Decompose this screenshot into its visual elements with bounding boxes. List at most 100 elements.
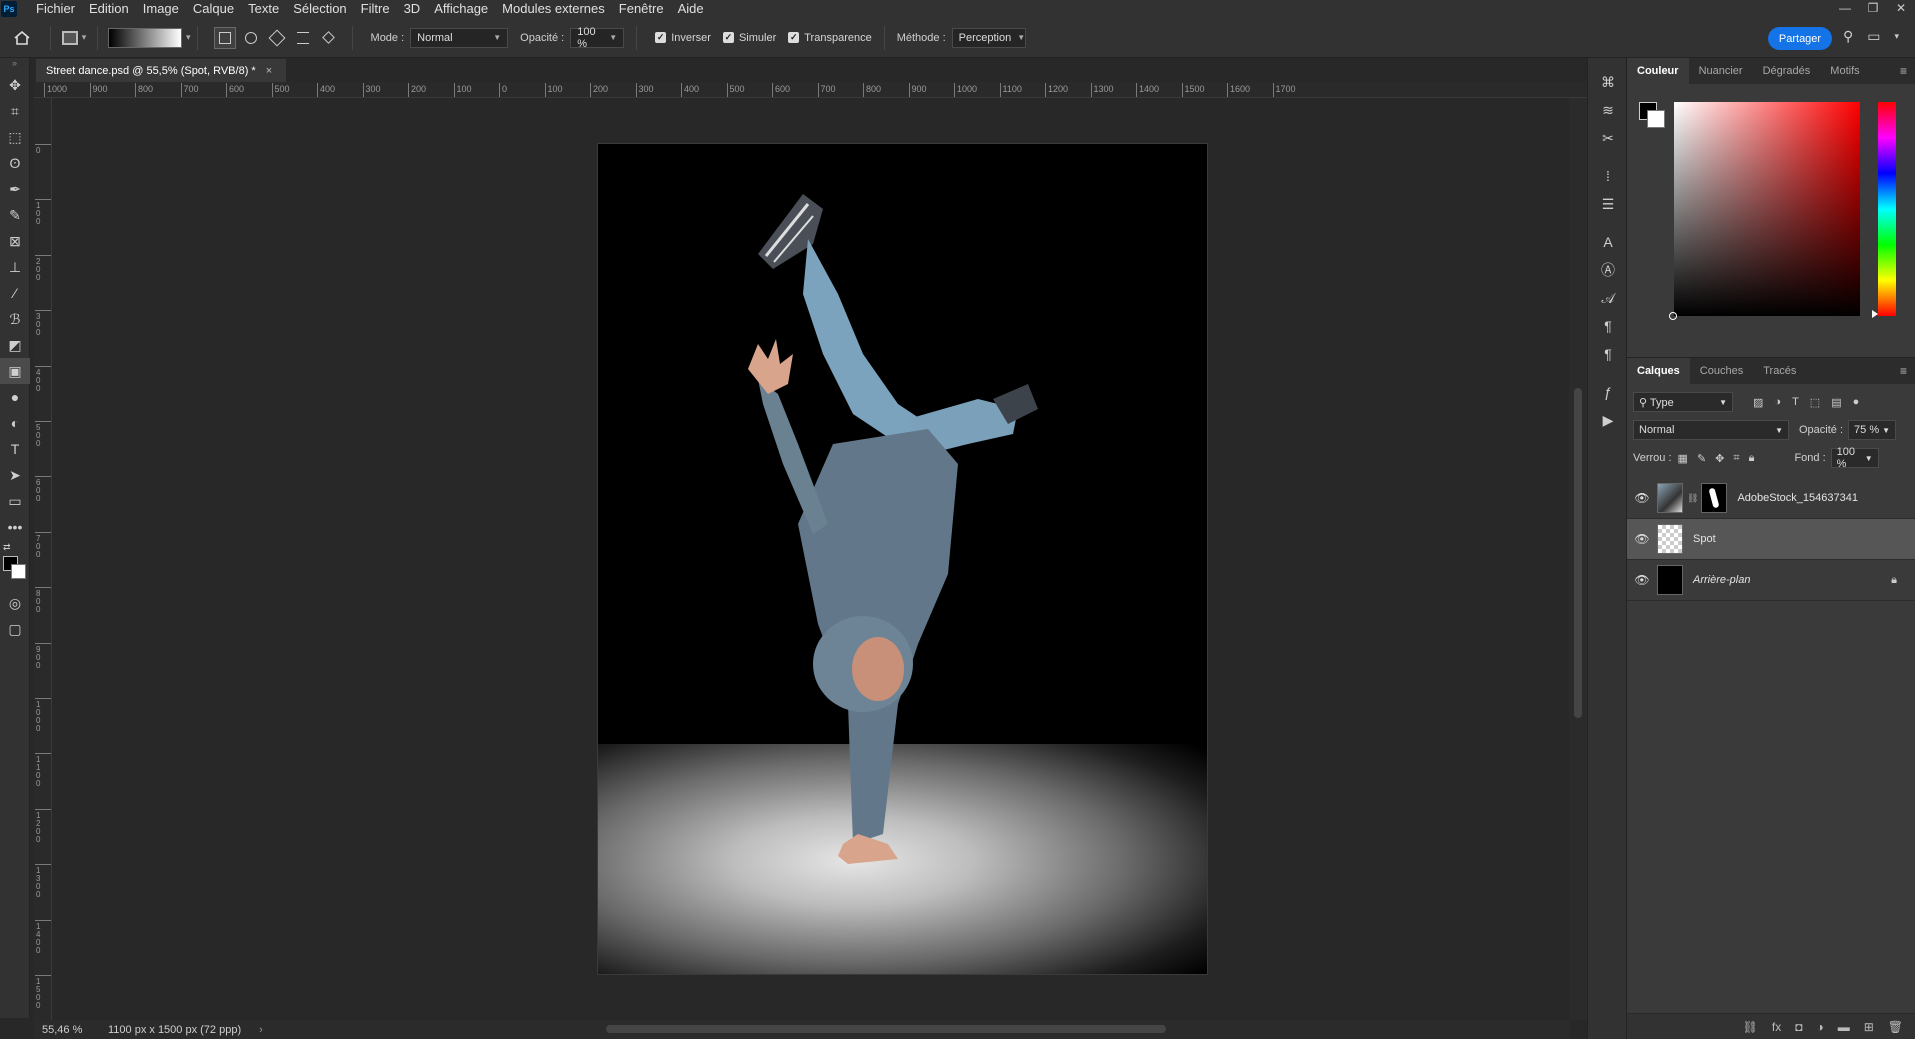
marquee-tool[interactable]: ⬚	[0, 124, 30, 150]
eyedropper-tool[interactable]: ⁄	[0, 280, 30, 306]
menu-fenetre[interactable]: Fenêtre	[612, 0, 671, 18]
link-layers-icon[interactable]: ⛓︎	[1743, 1020, 1758, 1034]
adjustments-icon[interactable]: ≋	[1588, 96, 1628, 124]
eraser-tool[interactable]: ◩	[0, 332, 30, 358]
tab-degrades[interactable]: Dégradés	[1753, 58, 1821, 84]
photoshop-logo[interactable]: Ps	[1, 1, 17, 17]
character-styles-icon[interactable]: Ⓐ	[1588, 256, 1628, 284]
close-window-button[interactable]: ✕	[1887, 0, 1915, 16]
dither-checkbox[interactable]: ✓ Simuler	[722, 32, 776, 44]
menu-fichier[interactable]: Fichier	[29, 0, 82, 18]
lock-pixels-icon[interactable]: ✎	[1697, 452, 1706, 465]
lasso-tool[interactable]: ʘ	[0, 150, 30, 176]
gradient-tool[interactable]: ▣	[0, 358, 30, 384]
diamond-gradient-button[interactable]	[318, 27, 340, 49]
eye-icon[interactable]: 👁︎	[1627, 532, 1657, 546]
eye-icon[interactable]: 👁︎	[1627, 491, 1657, 505]
vertical-scrollbar[interactable]	[1569, 98, 1587, 1020]
inverse-checkbox[interactable]: ✓ Inverser	[655, 32, 711, 44]
menu-calque[interactable]: Calque	[186, 0, 241, 18]
transparency-checkbox[interactable]: ✓ Transparence	[788, 32, 872, 44]
tab-calques[interactable]: Calques	[1627, 358, 1690, 384]
shape-tool[interactable]: ▭	[0, 488, 30, 514]
tab-motifs[interactable]: Motifs	[1820, 58, 1869, 84]
gradient-preview[interactable]	[108, 27, 182, 48]
linear-gradient-button[interactable]	[213, 26, 236, 49]
blend-mode-select[interactable]: Normal ▼	[1633, 420, 1789, 440]
eye-icon[interactable]: 👁︎	[1627, 573, 1657, 587]
expand-toolbar-icon[interactable]: »	[0, 58, 29, 72]
home-button[interactable]	[0, 18, 44, 58]
lock-position-icon[interactable]: ✥	[1715, 452, 1724, 465]
fx-icon[interactable]: fx	[1772, 1020, 1781, 1034]
mode-select[interactable]: Normal ▼	[410, 27, 509, 48]
new-layer-icon[interactable]: ⊞	[1864, 1020, 1874, 1034]
hue-slider-handle[interactable]	[1872, 310, 1878, 318]
properties-icon[interactable]: ☰	[1588, 190, 1628, 218]
lock-icon[interactable]: 🔒︎	[1891, 574, 1897, 587]
quick-selection-tool[interactable]: ✎	[0, 202, 30, 228]
horizontal-scroll-thumb[interactable]	[606, 1025, 1166, 1033]
layer-row-arriere-plan[interactable]: 👁︎ Arrière-plan 🔒︎	[1627, 560, 1915, 601]
workspace-icon[interactable]: ▭	[1867, 28, 1880, 45]
layer-mask-thumbnail[interactable]	[1701, 483, 1728, 513]
lock-artboard-icon[interactable]: ⌗	[1733, 452, 1739, 465]
quick-mask-button[interactable]: ◎	[0, 590, 30, 616]
menu-filtre[interactable]: Filtre	[354, 0, 397, 18]
type-filter-icon[interactable]: T	[1792, 396, 1799, 409]
status-menu-arrow[interactable]: ›	[259, 1024, 263, 1036]
tool-preset-picker[interactable]: ▾	[57, 26, 91, 50]
filter-toggle-icon[interactable]: ●	[1853, 396, 1860, 409]
minimize-button[interactable]: —	[1831, 0, 1859, 16]
background-color-swatch[interactable]	[11, 564, 26, 579]
gradient-picker-chevron-icon[interactable]: ▾	[186, 32, 191, 43]
smart-object-filter-icon[interactable]: ▤	[1831, 396, 1841, 409]
document-tab[interactable]: Street dance.psd @ 55,5% (Spot, RVB/8) *…	[36, 59, 286, 82]
menu-edition[interactable]: Edition	[82, 0, 136, 18]
layer-row-adobestock[interactable]: 👁︎ ⛓︎ AdobeStock_154637341	[1627, 478, 1915, 519]
fill-input[interactable]: 100 % ▼	[1830, 446, 1879, 470]
color-picker-marker[interactable]	[1669, 312, 1677, 320]
brush-settings-icon[interactable]: ⁞	[1588, 162, 1628, 190]
tab-couches[interactable]: Couches	[1690, 358, 1753, 384]
actions-icon[interactable]: ▶	[1588, 406, 1628, 434]
close-icon[interactable]: ×	[266, 65, 272, 77]
paragraph-styles-icon[interactable]: ¶	[1588, 340, 1628, 368]
ruler-horizontal[interactable]: 1000 900 800 700 600 500 400 300 200 100 0 100 200 30…	[34, 82, 1587, 98]
shape-filter-icon[interactable]: ⬚	[1810, 396, 1820, 409]
new-group-icon[interactable]: ▬	[1838, 1020, 1850, 1034]
styles-icon[interactable]: ƒ	[1588, 378, 1628, 406]
menu-selection[interactable]: Sélection	[286, 0, 353, 18]
stamp-tool[interactable]: ⊥	[0, 254, 30, 280]
tab-couleur[interactable]: Couleur	[1627, 58, 1689, 84]
share-button[interactable]: Partager	[1768, 27, 1832, 50]
canvas-area[interactable]	[52, 98, 1570, 1020]
tab-nuancier[interactable]: Nuancier	[1689, 58, 1753, 84]
screen-mode-button[interactable]: ▢	[0, 616, 30, 642]
panel-menu-icon[interactable]: ≡	[1900, 364, 1907, 378]
link-icon[interactable]: ⛓︎	[1687, 493, 1698, 504]
adjustment-filter-icon[interactable]: ◑	[1774, 396, 1781, 409]
menu-texte[interactable]: Texte	[241, 0, 286, 18]
ruler-vertical[interactable]: 0 100 200 300 400 500 600 700 800 900 1000 1100 1200…	[34, 98, 52, 1020]
brush-tool[interactable]: ℬ	[0, 306, 30, 332]
zoom-level[interactable]: 55,46 %	[34, 1024, 94, 1036]
blur-tool[interactable]: ●	[0, 384, 30, 410]
menu-affichage[interactable]: Affichage	[427, 0, 495, 18]
radial-gradient-button[interactable]	[240, 27, 262, 49]
reflected-gradient-button[interactable]	[292, 27, 314, 49]
angle-gradient-button[interactable]	[266, 27, 288, 49]
menu-image[interactable]: Image	[136, 0, 186, 18]
tab-traces[interactable]: Tracés	[1753, 358, 1806, 384]
layer-opacity-input[interactable]: 75 % ▼	[1848, 420, 1897, 440]
lock-transparency-icon[interactable]: ▦	[1678, 452, 1688, 465]
trash-icon[interactable]: 🗑︎	[1888, 1020, 1903, 1034]
method-select[interactable]: Perception ▼	[951, 27, 1026, 48]
layer-row-spot[interactable]: 👁︎ Spot	[1627, 519, 1915, 560]
path-selection-tool[interactable]: ➤	[0, 462, 30, 488]
add-mask-icon[interactable]: ◘	[1795, 1020, 1802, 1034]
search-icon[interactable]: ⚲	[1843, 28, 1853, 45]
menu-modules-externes[interactable]: Modules externes	[495, 0, 612, 18]
glyphs-icon[interactable]: 𝒜	[1588, 284, 1628, 312]
color-picker-field[interactable]	[1674, 102, 1860, 316]
